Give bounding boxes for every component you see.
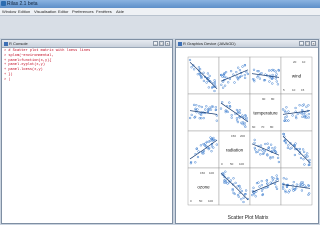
tick-label: 80 <box>270 125 274 129</box>
console-prompt[interactable]: > | <box>4 78 170 83</box>
variable-label: wind <box>292 74 302 79</box>
tick-label: 150 <box>231 134 236 138</box>
toolbar-area <box>0 16 320 38</box>
close-icon[interactable]: × <box>165 41 170 46</box>
graphics-title: R Graphics Device (JAVAGD) <box>183 41 236 46</box>
tick-label: 70 <box>261 125 265 129</box>
app-titlebar: Rilas 2.1 beta <box>0 0 320 8</box>
variable-label: ozone <box>197 185 210 190</box>
menu-item-preferences[interactable]: Preferences <box>72 8 94 15</box>
console-output[interactable]: > # Scatter plot matrix with loess lines… <box>4 49 170 221</box>
tick-label: 50 <box>199 199 203 203</box>
tick-label: 20 <box>293 60 297 64</box>
console-titlebar: R Console – □ × <box>2 40 172 48</box>
application-window: Rilas 2.1 beta Window Edition Visualisat… <box>0 0 320 225</box>
tick-label: 90 <box>262 97 266 101</box>
minimize-icon[interactable]: – <box>153 41 158 46</box>
menu-item-edition[interactable]: Edition <box>18 8 30 15</box>
tick-label: 15 <box>301 88 305 92</box>
maximize-icon[interactable]: □ <box>305 41 310 46</box>
tick-label: 100 <box>239 162 244 166</box>
tick-label: 150 <box>200 171 205 175</box>
graphics-window[interactable]: R Graphics Device (JAVAGD) – □ × wind 5 10… <box>175 39 319 224</box>
variable-label: radiation <box>226 148 244 153</box>
menu-item-editor[interactable]: Editor <box>58 8 68 15</box>
app-title: Rilas 2.1 beta <box>7 1 38 7</box>
app-logo-icon <box>1 1 6 6</box>
tick-label: 50 <box>230 162 234 166</box>
tick-label: 200 <box>240 134 245 138</box>
graphics-icon <box>178 41 182 46</box>
plot-caption: Scatter Plot Matrix <box>228 215 269 221</box>
tick-label: 80 <box>271 97 275 101</box>
tick-label: 10 <box>292 88 296 92</box>
menu-item-window[interactable]: Window <box>2 8 16 15</box>
menu-bar: Window Edition Visualisation Editor Pref… <box>0 8 320 16</box>
console-window[interactable]: R Console – □ × > # Scatter plot matrix … <box>1 39 173 224</box>
close-icon[interactable]: × <box>311 41 316 46</box>
menu-item-aide[interactable]: Aide <box>116 8 124 15</box>
minimize-icon[interactable]: – <box>299 41 304 46</box>
variable-label: temperature <box>253 111 278 116</box>
tick-label: 10 <box>302 60 306 64</box>
maximize-icon[interactable]: □ <box>159 41 164 46</box>
menu-item-visualisation[interactable]: Visualisation <box>34 8 56 15</box>
tick-label: 60 <box>252 125 256 129</box>
menu-item-fenetres[interactable]: Fenêtres <box>96 8 112 15</box>
tick-label: 100 <box>209 171 214 175</box>
graphics-titlebar: R Graphics Device (JAVAGD) – □ × <box>176 40 318 48</box>
console-title: R Console <box>9 41 28 46</box>
scatter-plot-matrix-svg: wind5 10 1520 10temperature60 70 8090 80radiat… <box>187 56 313 221</box>
tick-label: 100 <box>208 199 213 203</box>
scatter-plot-matrix: wind 5 10 15 20 10 temperature 60 70 80 90 80 radiat… <box>178 49 316 221</box>
console-icon <box>4 41 8 46</box>
